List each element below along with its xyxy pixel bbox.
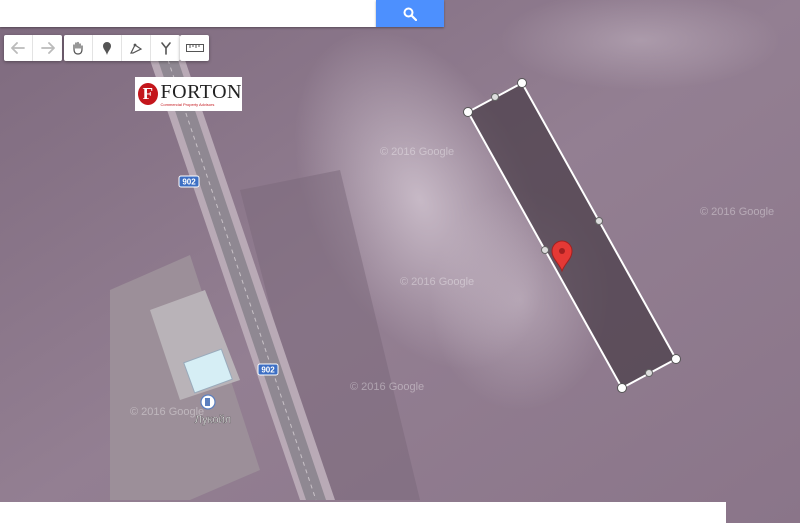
redo-button[interactable] bbox=[33, 35, 62, 61]
midpoint-handle[interactable] bbox=[595, 217, 603, 225]
redo-icon bbox=[40, 42, 55, 54]
draw-toolbar bbox=[64, 35, 180, 61]
vertex-handle[interactable] bbox=[617, 383, 627, 393]
forton-logo: F FORTON Commercial Property Advisors bbox=[135, 77, 242, 111]
vertex-handle[interactable] bbox=[463, 107, 473, 117]
route-icon bbox=[160, 42, 171, 55]
logo-tagline: Commercial Property Advisors bbox=[160, 101, 215, 107]
measure-button[interactable] bbox=[180, 35, 209, 61]
midpoint-handle[interactable] bbox=[541, 246, 549, 254]
search-icon bbox=[403, 7, 417, 21]
undo-button[interactable] bbox=[4, 35, 33, 61]
midpoint-handle[interactable] bbox=[645, 369, 653, 377]
history-toolbar bbox=[4, 35, 62, 61]
midpoint-handle[interactable] bbox=[491, 93, 499, 101]
watermark: © 2016 Google bbox=[700, 206, 774, 218]
logo-emblem: F bbox=[138, 83, 158, 105]
measure-toolbar bbox=[180, 35, 209, 61]
satellite-map[interactable]: 902 902 Лукойл © 2016 Google © 2016 Goog… bbox=[0, 0, 800, 523]
vertex-handle[interactable] bbox=[671, 354, 681, 364]
undo-icon bbox=[11, 42, 25, 54]
pan-tool-button[interactable] bbox=[64, 35, 93, 61]
bottom-info-panel bbox=[0, 502, 726, 523]
marker-icon bbox=[103, 42, 111, 55]
svg-text:902: 902 bbox=[261, 366, 275, 375]
hand-pan-icon bbox=[73, 41, 83, 55]
logo-wordmark: FORTON bbox=[160, 80, 242, 103]
watermark: © 2016 Google bbox=[350, 381, 424, 393]
watermark: © 2016 Google bbox=[400, 276, 474, 288]
search-input[interactable] bbox=[0, 0, 376, 27]
route-button[interactable] bbox=[151, 35, 180, 61]
add-marker-button[interactable] bbox=[93, 35, 122, 61]
vertex-handle[interactable] bbox=[517, 78, 527, 88]
watermark: © 2016 Google bbox=[130, 406, 204, 418]
road-label-902: 902 bbox=[178, 175, 200, 188]
road-label-902: 902 bbox=[257, 363, 279, 376]
draw-line-icon bbox=[130, 43, 143, 54]
svg-text:902: 902 bbox=[182, 178, 196, 187]
draw-line-button[interactable] bbox=[122, 35, 151, 61]
search-button[interactable] bbox=[376, 0, 444, 27]
watermark: © 2016 Google bbox=[380, 146, 454, 158]
ruler-icon bbox=[185, 44, 204, 52]
